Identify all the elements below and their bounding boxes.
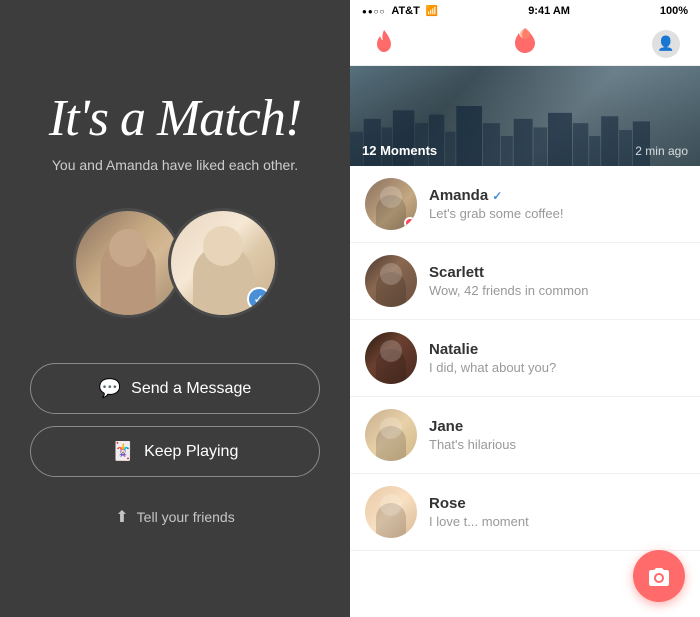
text-amanda: Let's grab some coffee! <box>429 206 685 221</box>
flame-icon-left[interactable] <box>370 30 398 58</box>
moments-banner[interactable]: 12 Moments 2 min ago <box>350 66 700 166</box>
text-jane: That's hilarious <box>429 437 685 452</box>
avatar-natalie <box>365 332 417 384</box>
chat-icon: 💬 <box>99 378 121 399</box>
send-message-button[interactable]: 💬 Send a Message <box>30 363 320 414</box>
carrier-label: AT&T <box>391 5 420 17</box>
tinder-logo <box>509 24 541 63</box>
avatar-rose <box>365 486 417 538</box>
avatar-amanda <box>365 178 417 230</box>
message-item-natalie[interactable]: Natalie I did, what about you? <box>350 320 700 397</box>
avatar-match: ✓ <box>168 208 278 318</box>
status-bar: ●●○○ AT&T 📶 9:41 AM 100% <box>350 0 700 22</box>
cards-icon: 🃏 <box>112 441 134 462</box>
verified-badge: ✓ <box>247 287 271 311</box>
person-icon: 👤 <box>657 35 674 52</box>
text-rose: I love t... moment <box>429 514 685 529</box>
avatar-jane <box>365 409 417 461</box>
message-content-jane: Jane That's hilarious <box>429 418 685 452</box>
text-natalie: I did, what about you? <box>429 360 685 375</box>
messages-list: Amanda ✓ Let's grab some coffee! Scarlet… <box>350 166 700 617</box>
moments-info: 12 Moments 2 min ago <box>362 143 688 158</box>
keep-playing-label: Keep Playing <box>144 443 238 461</box>
online-indicator <box>404 217 416 229</box>
nav-bar: 👤 <box>350 22 700 66</box>
avatar-scarlett <box>365 255 417 307</box>
battery-label: 100% <box>660 5 688 17</box>
moments-count: 12 Moments <box>362 143 437 158</box>
camera-fab-button[interactable] <box>633 550 685 602</box>
name-rose: Rose <box>429 495 685 512</box>
wifi-icon: 📶 <box>426 6 438 17</box>
message-content-natalie: Natalie I did, what about you? <box>429 341 685 375</box>
messages-screen: ●●○○ AT&T 📶 9:41 AM 100% 👤 <box>350 0 700 617</box>
name-natalie: Natalie <box>429 341 685 358</box>
keep-playing-button[interactable]: 🃏 Keep Playing <box>30 426 320 477</box>
message-item-amanda[interactable]: Amanda ✓ Let's grab some coffee! <box>350 166 700 243</box>
message-content-scarlett: Scarlett Wow, 42 friends in common <box>429 264 685 298</box>
verified-icon-amanda: ✓ <box>492 189 502 203</box>
avatars-container: ✓ <box>73 208 278 318</box>
profile-icon[interactable]: 👤 <box>652 30 680 58</box>
action-buttons: 💬 Send a Message 🃏 Keep Playing <box>30 363 320 477</box>
match-title: It's a Match! <box>49 90 301 147</box>
name-scarlett: Scarlett <box>429 264 685 281</box>
status-time: 9:41 AM <box>528 5 570 17</box>
signal-area: ●●○○ AT&T 📶 <box>362 5 438 17</box>
right-panel: ●●○○ AT&T 📶 9:41 AM 100% 👤 <box>350 0 700 617</box>
match-subtitle: You and Amanda have liked each other. <box>52 157 298 173</box>
send-message-label: Send a Message <box>131 380 251 398</box>
match-screen: It's a Match! You and Amanda have liked … <box>0 0 350 617</box>
moments-time: 2 min ago <box>635 144 688 158</box>
message-content-amanda: Amanda ✓ Let's grab some coffee! <box>429 187 685 221</box>
tell-friends-button[interactable]: ⬆ Tell your friends <box>115 507 234 527</box>
message-content-rose: Rose I love t... moment <box>429 495 685 529</box>
message-item-rose[interactable]: Rose I love t... moment <box>350 474 700 551</box>
text-scarlett: Wow, 42 friends in common <box>429 283 685 298</box>
message-item-jane[interactable]: Jane That's hilarious <box>350 397 700 474</box>
share-icon: ⬆ <box>115 507 128 527</box>
tell-friends-label: Tell your friends <box>137 509 235 525</box>
signal-dots: ●●○○ <box>362 7 385 16</box>
name-jane: Jane <box>429 418 685 435</box>
name-amanda: Amanda ✓ <box>429 187 685 204</box>
avatar-self <box>73 208 183 318</box>
message-item-scarlett[interactable]: Scarlett Wow, 42 friends in common <box>350 243 700 320</box>
